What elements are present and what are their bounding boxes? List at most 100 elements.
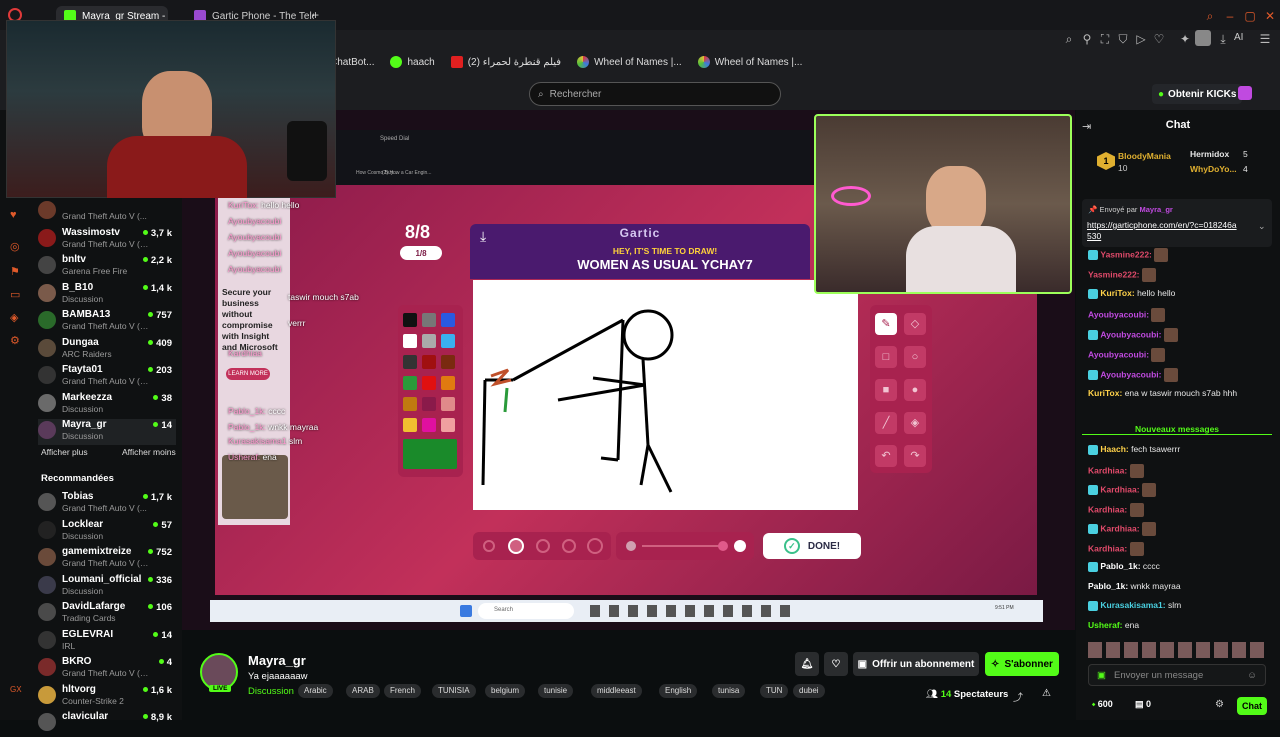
size-2-button[interactable] (508, 538, 524, 554)
stream-tag[interactable]: middleeast (591, 684, 642, 698)
menu-icon[interactable]: ☰ (1258, 32, 1272, 46)
collapse-chat-icon[interactable]: ⇥ (1082, 120, 1091, 133)
chat-send-button[interactable]: Chat (1237, 697, 1267, 715)
chat-username[interactable]: Ayoubyacoubi: (1100, 329, 1161, 339)
user-avatar[interactable] (1238, 86, 1252, 100)
sidebar-channel[interactable]: Markeezza Discussion 38 (38, 392, 176, 418)
size-4-button[interactable] (562, 539, 576, 553)
minimize-icon[interactable]: – (1223, 9, 1237, 23)
categories-icon[interactable]: ⚑ (10, 265, 22, 278)
sidebar-channel[interactable]: Wassimostv Grand Theft Auto V (G... 3,7 … (38, 227, 176, 253)
leader-name[interactable]: BloodyMania (1118, 151, 1171, 161)
stream-tag[interactable]: French (384, 684, 421, 698)
gift-icon[interactable]: ▣ (1097, 670, 1106, 681)
sidebar-channel[interactable]: Locklear Discussion 57 (38, 519, 176, 545)
get-kicks-button[interactable]: ● Obtenir KICKs (1152, 84, 1243, 104)
stream-tag[interactable]: ARAB (346, 684, 380, 698)
circle-fill-tool-icon[interactable]: ● (904, 379, 926, 401)
bookmark-haach[interactable]: haach (390, 56, 435, 68)
sidebar-channel[interactable]: Grand Theft Auto V (... (38, 199, 176, 225)
size-3-button[interactable] (536, 539, 550, 553)
sidebar-channel[interactable]: Mayra_gr Discussion 14 (38, 419, 176, 445)
stream-tag[interactable]: TUNISIA (432, 684, 476, 698)
slider-thumb[interactable] (718, 541, 728, 551)
stream-tag[interactable]: English (659, 684, 698, 698)
logo-icon[interactable]: GX (10, 685, 22, 697)
stream-category-link[interactable]: Discussion (248, 686, 294, 697)
color-swatch[interactable] (441, 313, 455, 327)
chat-username[interactable]: Ayoubyacoubi: (1088, 349, 1149, 359)
show-less-link[interactable]: Afficher moins (122, 447, 176, 457)
points-counter[interactable]: ⬩ 600 (1092, 699, 1113, 710)
bookmark-wheel-1[interactable]: Wheel of Names |... (577, 56, 682, 68)
clips-icon[interactable]: ▭ (10, 288, 22, 301)
redo-icon[interactable]: ↷ (904, 445, 926, 467)
sidebar-channel[interactable]: EGLEVRAI IRL 14 (38, 629, 176, 655)
color-swatch[interactable] (422, 397, 436, 411)
chat-username[interactable]: Yasmine222: (1088, 269, 1140, 279)
chat-settings-icon[interactable]: ⚙ (1215, 699, 1224, 710)
chat-username[interactable]: Kardhiaa: (1088, 504, 1127, 514)
share-icon[interactable]: ⤴ (1013, 689, 1023, 704)
chat-input[interactable]: ▣ Envoyer un message ☺ (1088, 664, 1266, 686)
maximize-icon[interactable]: ▢ (1243, 9, 1257, 23)
zoom-icon[interactable]: ⌕ (1062, 32, 1076, 46)
search-icon[interactable]: ⌕ (1203, 9, 1217, 23)
opacity-slider[interactable] (616, 532, 754, 560)
color-swatch[interactable] (403, 334, 417, 348)
sidebar-channel[interactable]: Dungaa ARC Raiders 409 (38, 337, 176, 363)
sidebar-channel[interactable]: Loumani_official Discussion 336 (38, 574, 176, 600)
tags-icon[interactable]: ◈ (10, 311, 22, 324)
show-more-link[interactable]: Afficher plus (41, 447, 88, 457)
sidebar-channel[interactable]: hltvorg Counter-Strike 2 1,6 k (38, 684, 176, 710)
chat-username[interactable]: Kurasakisama1: (1100, 600, 1165, 610)
sidebar-channel[interactable]: BKRO Grand Theft Auto V (GTA) 4 (38, 656, 176, 682)
streamer-name[interactable]: Mayra_gr (248, 653, 306, 668)
fill-tool-icon[interactable]: ◈ (904, 412, 926, 434)
chevron-down-icon[interactable]: ⌄ (1258, 221, 1266, 232)
size-5-button[interactable] (587, 538, 603, 554)
chat-username[interactable]: KuriTox: (1100, 288, 1134, 298)
report-icon[interactable]: ⚠ (1042, 688, 1051, 699)
chat-username[interactable]: Ayoubyacoubi: (1088, 309, 1149, 319)
color-swatch[interactable] (403, 313, 417, 327)
pinned-link[interactable]: https://garticphone.com/en/?c=018246a530 (1087, 220, 1237, 242)
color-swatch[interactable] (441, 355, 455, 369)
rect-fill-tool-icon[interactable]: ■ (875, 379, 897, 401)
color-swatch[interactable] (422, 355, 436, 369)
chat-username[interactable]: Yasmine222: (1100, 249, 1152, 259)
snapshot-icon[interactable]: ⛶ (1098, 32, 1112, 46)
chat-username[interactable]: Ayoubyacoubi: (1100, 369, 1161, 379)
chat-username[interactable]: Kardhiaa: (1088, 465, 1127, 475)
heart-icon[interactable]: ♡ (1152, 32, 1166, 46)
color-swatch[interactable] (441, 376, 455, 390)
following-icon[interactable]: ♥ (10, 209, 22, 221)
done-button[interactable]: ✓ DONE! (763, 533, 861, 559)
sidebar-channel[interactable]: bnltv Garena Free Fire 2,2 k (38, 254, 176, 280)
chat-username[interactable]: KuriTox: (1088, 388, 1122, 398)
chat-username[interactable]: Kardhiaa: (1100, 484, 1139, 494)
chat-username[interactable]: Kardhiaa: (1100, 523, 1139, 533)
sidebar-channel[interactable]: BAMBA13 Grand Theft Auto V (G... 757 (38, 309, 176, 335)
browse-icon[interactable]: ◎ (10, 240, 22, 253)
bookmark-wheel-2[interactable]: Wheel of Names |... (697, 56, 802, 68)
play-icon[interactable]: ▷ (1134, 32, 1148, 46)
size-1-button[interactable] (483, 540, 495, 552)
chat-username[interactable]: Usheraf: (1088, 620, 1122, 630)
close-icon[interactable]: ✕ (1263, 9, 1277, 23)
undo-icon[interactable]: ↶ (875, 445, 897, 467)
stream-tag[interactable]: tunisie (538, 684, 574, 698)
sidebar-channel[interactable]: B_B10 Discussion 1,4 k (38, 282, 176, 308)
color-swatch[interactable] (422, 376, 436, 390)
color-swatch[interactable] (422, 418, 436, 432)
bookmark-chatbot[interactable]: ChatBot... (330, 57, 374, 68)
eraser-tool-icon[interactable]: ◇ (904, 313, 926, 335)
stream-tag[interactable]: tunisa (712, 684, 746, 698)
stream-tag[interactable]: TUN (760, 684, 789, 698)
leader-name[interactable]: WhyDoYo... (1190, 164, 1237, 174)
chat-username[interactable]: Pablo_1k: (1100, 561, 1140, 571)
stream-tag[interactable]: dubei (793, 684, 825, 698)
leader-name[interactable]: Hermidox (1190, 149, 1229, 159)
settings-icon[interactable]: ⚙ (10, 334, 22, 347)
gifts-counter[interactable]: ▤ 0 (1135, 699, 1151, 710)
